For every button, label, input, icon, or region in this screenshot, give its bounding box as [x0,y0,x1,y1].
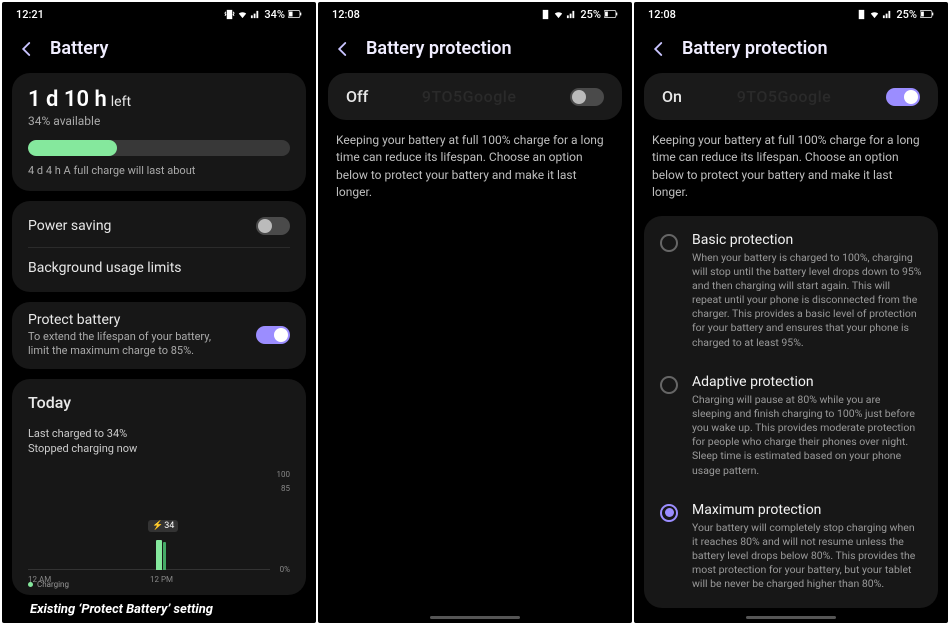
screen-protection-off: 12:08 25% Battery protection Off 9TO5Goo… [318,2,632,623]
protect-battery-toggle[interactable] [256,326,290,344]
today-line1: Last charged to 34% [28,426,290,441]
status-right: 25% [856,8,934,21]
wifi-icon [553,9,564,20]
master-toggle-row[interactable]: On 9TO5Google [644,73,938,120]
master-toggle-row[interactable]: Off 9TO5Google [328,73,622,120]
chart-bar-2 [163,542,166,570]
settings-card-1: Power saving Background usage limits [12,201,306,292]
status-battery-pct: 34% [264,8,285,21]
master-toggle[interactable] [570,88,604,106]
status-right: 25% [540,8,618,21]
chart-x-0: 12 AM [28,575,51,584]
status-icons [540,9,577,20]
option-basic-title: Basic protection [692,232,922,248]
protect-battery-row[interactable]: Protect battery To extend the lifespan o… [28,312,290,359]
chart-y-85: 85 [281,484,290,493]
radio-adaptive[interactable] [660,376,678,394]
radio-maximum[interactable] [660,504,678,522]
vibrate-icon [856,9,867,20]
chart-bar [156,540,162,570]
protect-battery-card: Protect battery To extend the lifespan o… [12,302,306,369]
time-left-suffix: left [111,94,131,110]
option-adaptive-title: Adaptive protection [692,374,922,390]
back-icon[interactable] [650,40,668,58]
chart-baseline [28,569,270,570]
power-saving-toggle[interactable] [256,217,290,235]
today-card[interactable]: Today Last charged to 34% Stopped chargi… [12,379,306,596]
status-time: 12:08 [648,8,676,21]
status-icons [224,9,261,20]
signal-icon [882,9,893,20]
battery-chart: 100 85 0% ⚡34 12 AM 12 PM [28,470,290,580]
protect-battery-label: Protect battery [28,312,228,328]
today-line2: Stopped charging now [28,441,290,456]
bg-limits-row[interactable]: Background usage limits [28,248,290,288]
description-text: Keeping your battery at full 100% charge… [318,124,632,216]
signal-icon [566,9,577,20]
status-bar: 12:08 25% [634,2,948,26]
signal-icon [250,9,261,20]
time-left: 1 d 10 h [28,87,107,112]
nav-pill [746,616,836,619]
option-adaptive-desc: Charging will pause at 80% while you are… [692,393,922,478]
description-text: Keeping your battery at full 100% charge… [634,124,948,216]
status-icons [856,9,893,20]
battery-icon [604,9,618,19]
status-right: 34% [224,8,302,21]
protection-options: Basic protection When your battery is ch… [644,216,938,608]
watermark: 9TO5Google [737,87,832,106]
chart-badge: ⚡34 [148,520,178,532]
full-charge-estimate: 4 d 4 h A full charge will last about [28,164,290,177]
power-saving-label: Power saving [28,218,111,234]
watermark: 9TO5Google [422,87,517,106]
wifi-icon [869,9,880,20]
status-time: 12:08 [332,8,360,21]
today-title: Today [28,393,290,412]
page-title: Battery protection [366,38,512,59]
power-saving-row[interactable]: Power saving [28,205,290,247]
status-battery-pct: 25% [896,8,917,21]
header: Battery protection [634,26,948,73]
vibrate-icon [540,9,551,20]
master-toggle[interactable] [886,88,920,106]
header: Battery [2,26,316,73]
chart-y-0: 0% [280,565,290,574]
radio-basic[interactable] [660,234,678,252]
chart-y-100: 100 [277,470,291,479]
page-title: Battery [50,38,108,59]
nav-pill [430,616,520,619]
status-time: 12:21 [16,8,44,21]
chart-x-1: 12 PM [150,575,173,584]
option-basic[interactable]: Basic protection When your battery is ch… [644,220,938,362]
header: Battery protection [318,26,632,73]
battery-summary-card: 1 d 10 h left 34% available 4 d 4 h A fu… [12,73,306,191]
status-bar: 12:21 34% [2,2,316,26]
percent-available: 34% available [28,114,290,128]
status-bar: 12:08 25% [318,2,632,26]
option-maximum[interactable]: Maximum protection Your battery will com… [644,490,938,604]
battery-icon [288,9,302,19]
page-title: Battery protection [682,38,828,59]
wifi-icon [237,9,248,20]
caption-overlay: Existing ‘Protect Battery’ setting [30,602,213,617]
option-maximum-title: Maximum protection [692,502,922,518]
battery-progress-fill [28,140,117,156]
master-toggle-label: On [662,87,682,106]
option-basic-desc: When your battery is charged to 100%, ch… [692,251,922,350]
option-maximum-desc: Your battery will completely stop chargi… [692,521,922,592]
back-icon[interactable] [334,40,352,58]
battery-icon [920,9,934,19]
option-adaptive[interactable]: Adaptive protection Charging will pause … [644,362,938,490]
status-battery-pct: 25% [580,8,601,21]
screen-protection-on: 12:08 25% Battery protection On 9TO5Goog… [634,2,948,623]
master-toggle-label: Off [346,87,368,106]
back-icon[interactable] [18,40,36,58]
bg-limits-label: Background usage limits [28,260,182,276]
protect-battery-sub: To extend the lifespan of your battery, … [28,330,228,359]
screen-battery: 12:21 34% Battery 1 d 10 h left 34% avai… [2,2,316,623]
vibrate-icon [224,9,235,20]
battery-progress-track [28,140,290,156]
